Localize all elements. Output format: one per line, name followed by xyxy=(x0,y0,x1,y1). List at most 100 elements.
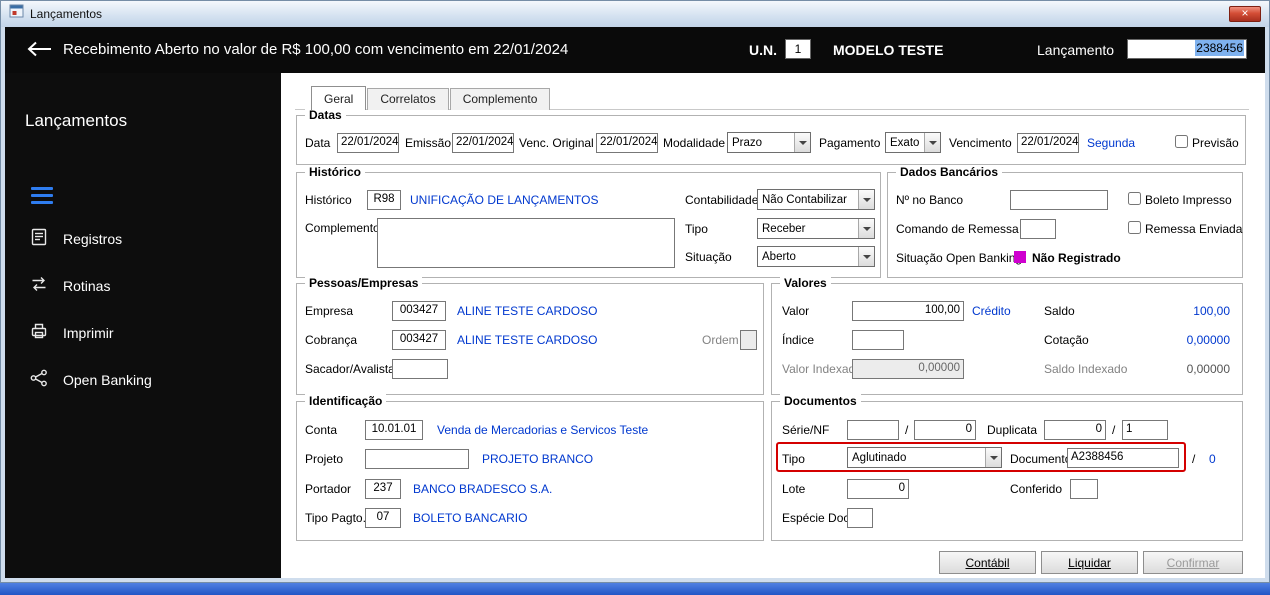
previsao-label: Previsão xyxy=(1192,136,1239,150)
weekday-text: Segunda xyxy=(1087,136,1136,150)
cotacao-label: Cotação xyxy=(1044,333,1089,347)
especie-doc-label: Espécie Doc. xyxy=(782,511,853,525)
venc-original-input[interactable]: 22/01/2024 xyxy=(596,133,658,153)
lancamento-number-input[interactable]: 2388456 xyxy=(1127,39,1247,59)
serie-nf-input[interactable] xyxy=(847,420,899,440)
vencimento-input[interactable]: 22/01/2024 xyxy=(1017,133,1079,153)
pagamento-label: Pagamento xyxy=(819,136,881,150)
tipo-value: Receber xyxy=(762,222,806,235)
un-label: U.N. xyxy=(749,42,777,58)
conta-description: Venda de Mercadorias e Servicos Teste xyxy=(437,423,649,437)
window-titlebar: Lançamentos × xyxy=(1,1,1269,27)
portador-code-input[interactable]: 237 xyxy=(365,479,401,499)
data-label: Data xyxy=(305,136,331,150)
window-body: Recebimento Aberto no valor de R$ 100,00… xyxy=(5,27,1265,578)
documento-tipo-select[interactable]: Aglutinado xyxy=(847,447,1002,468)
documentos-section: Documentos Série/NF / 0 Duplicata 0 / 1 … xyxy=(771,394,1243,541)
conferido-label: Conferido xyxy=(1010,482,1063,496)
comando-remessa-label: Comando de Remessa xyxy=(896,222,1019,236)
portador-label: Portador xyxy=(305,482,352,496)
duplicata-num-input[interactable]: 1 xyxy=(1122,420,1168,440)
situacao-value: Aberto xyxy=(762,250,796,263)
projeto-description: PROJETO BRANCO xyxy=(482,452,594,466)
valores-section-title: Valores xyxy=(780,276,831,290)
historico-label: Histórico xyxy=(305,193,352,207)
valor-label: Valor xyxy=(782,304,810,318)
contabilidade-select[interactable]: Não Contabilizar xyxy=(757,189,875,210)
sidebar-item-rotinas[interactable]: Rotinas xyxy=(5,272,281,302)
data-input[interactable]: 22/01/2024 xyxy=(337,133,399,153)
tipo-pagto-label: Tipo Pagto. xyxy=(305,511,366,525)
contabilidade-value: Não Contabilizar xyxy=(762,193,848,206)
emissao-input[interactable]: 22/01/2024 xyxy=(452,133,514,153)
indice-input[interactable] xyxy=(852,330,904,350)
valor-input[interactable]: 100,00 xyxy=(852,301,964,321)
serie-nf-label: Série/NF xyxy=(782,423,830,437)
imprimir-icon xyxy=(29,321,49,346)
sidebar: Lançamentos Registros Rotinas Imprimir O… xyxy=(5,73,281,578)
sidebar-item-imprimir[interactable]: Imprimir xyxy=(5,319,281,349)
projeto-input[interactable] xyxy=(365,449,469,469)
menu-hamburger-icon[interactable] xyxy=(31,187,53,208)
conferido-input[interactable] xyxy=(1070,479,1098,499)
especie-doc-input[interactable] xyxy=(847,508,873,528)
duplicata-input[interactable]: 0 xyxy=(1044,420,1106,440)
vencimento-label: Vencimento xyxy=(949,136,1012,150)
conta-code-input[interactable]: 10.01.01 xyxy=(365,420,423,440)
open-banking-icon xyxy=(29,368,49,393)
valor-indexado-label: Valor Indexado xyxy=(782,362,862,376)
empresa-label: Empresa xyxy=(305,304,354,318)
modalidade-value: Prazo xyxy=(732,136,763,149)
tipo-label: Tipo xyxy=(685,222,708,236)
tab-geral[interactable]: Geral xyxy=(311,86,367,110)
saldo-indexado-label: Saldo Indexado xyxy=(1044,362,1128,376)
duplicata-label: Duplicata xyxy=(987,423,1038,437)
confirmar-button[interactable]: Confirmar xyxy=(1143,551,1243,574)
documento-input[interactable]: A2388456 xyxy=(1067,448,1179,468)
sidebar-item-registros[interactable]: Registros xyxy=(5,225,281,255)
cobranca-code-input[interactable]: 003427 xyxy=(392,330,446,350)
un-input[interactable]: 1 xyxy=(785,39,811,59)
empresa-code-input[interactable]: 003427 xyxy=(392,301,446,321)
complemento-label: Complemento xyxy=(305,221,380,235)
pagamento-select[interactable]: Exato xyxy=(885,132,941,153)
tab-complemento[interactable]: Complemento xyxy=(449,88,551,110)
sidebar-item-open-banking[interactable]: Open Banking xyxy=(5,366,281,396)
sacador-avalista-input[interactable] xyxy=(392,359,448,379)
tipo-select[interactable]: Receber xyxy=(757,218,875,239)
saldo-indexado-value: 0,00000 xyxy=(1186,362,1230,376)
modalidade-select[interactable]: Prazo xyxy=(727,132,811,153)
boleto-impresso-checkbox[interactable] xyxy=(1128,192,1141,205)
comando-remessa-input[interactable] xyxy=(1020,219,1056,239)
liquidar-button[interactable]: Liquidar xyxy=(1041,551,1138,574)
tipo-pagto-code-input[interactable]: 07 xyxy=(365,508,401,528)
chevron-down-icon xyxy=(794,133,810,152)
lancamento-number-value: 2388456 xyxy=(1195,40,1244,56)
back-button[interactable] xyxy=(25,39,53,64)
separator: / xyxy=(905,423,909,437)
contabil-button[interactable]: Contábil xyxy=(939,551,1036,574)
remessa-enviada-label: Remessa Enviada xyxy=(1145,222,1243,236)
chevron-down-icon xyxy=(858,219,874,238)
chevron-down-icon xyxy=(924,133,940,152)
tab-correlatos[interactable]: Correlatos xyxy=(367,88,449,110)
remessa-enviada-checkbox[interactable] xyxy=(1128,221,1141,234)
complemento-textarea[interactable] xyxy=(377,218,675,268)
main-content: Geral Correlatos Complemento Datas Data … xyxy=(281,73,1265,578)
close-button[interactable]: × xyxy=(1229,6,1261,22)
sidebar-item-label: Registros xyxy=(63,231,123,247)
tab-strip: Geral Correlatos Complemento xyxy=(311,86,551,110)
documento-tipo-label: Tipo xyxy=(782,452,805,466)
lote-label: Lote xyxy=(782,482,806,496)
close-icon: × xyxy=(1241,6,1249,20)
serie-num-input[interactable]: 0 xyxy=(914,420,976,440)
dados-bancarios-section-title: Dados Bancários xyxy=(896,165,1003,179)
lote-input[interactable]: 0 xyxy=(847,479,909,499)
situacao-select[interactable]: Aberto xyxy=(757,246,875,267)
historico-code-input[interactable]: R98 xyxy=(367,190,401,210)
numero-banco-input[interactable] xyxy=(1010,190,1108,210)
pessoas-section-title: Pessoas/Empresas xyxy=(305,276,423,290)
numero-banco-label: Nº no Banco xyxy=(896,193,964,207)
previsao-checkbox[interactable] xyxy=(1175,135,1188,148)
documentos-section-title: Documentos xyxy=(780,394,861,408)
